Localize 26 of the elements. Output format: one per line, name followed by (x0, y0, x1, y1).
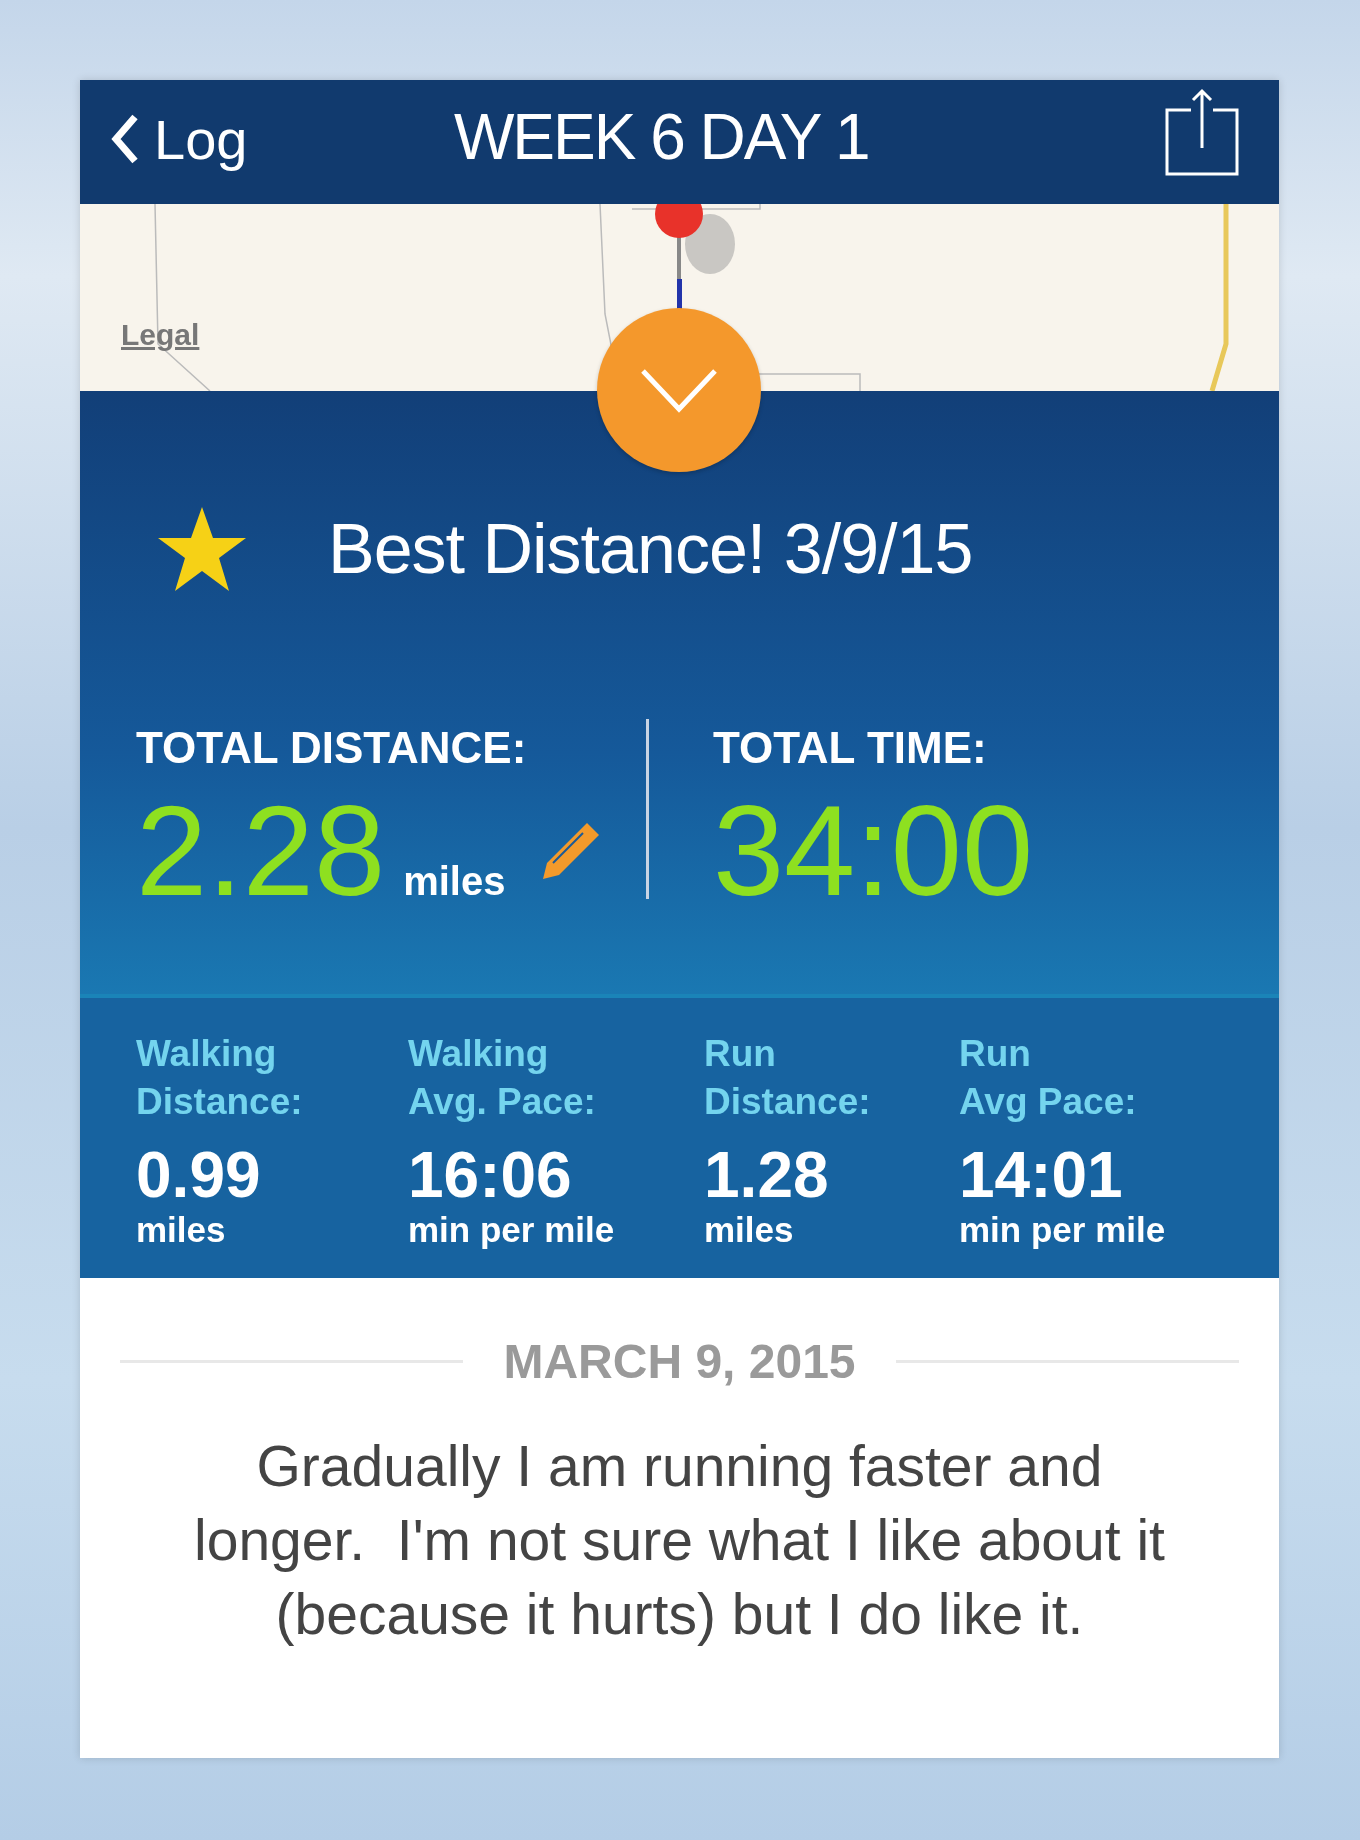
stat-label: Walking Distance: (136, 1032, 304, 1124)
unit-label: miles (403, 859, 506, 904)
stat-value: 14:01 (959, 1140, 1124, 1211)
journal-text: Gradually I am running faster and longer. I'm not sure what I like about it (because it hurts) but I do like it. (193, 1433, 1166, 1648)
stat-value: 1.28 (704, 1140, 830, 1211)
legal-link[interactable]: Legal (121, 318, 200, 352)
achievement-text: Best Distance! 3/9/15 (328, 509, 973, 589)
screen-title: WEEK 6 DAY 1 (452, 100, 870, 175)
stat-value: 0.99 (136, 1140, 262, 1211)
stat-label: Run Avg Pace: (959, 1032, 1138, 1124)
back-button[interactable]: Log (110, 106, 248, 178)
stat-label: Walking Avg. Pace: (408, 1032, 597, 1124)
unit-label: miles (136, 1210, 227, 1251)
total-value: 34:00 (712, 787, 1034, 915)
stat-value: 16:06 (408, 1140, 573, 1211)
total-label: TOTAL DISTANCE: (136, 723, 528, 773)
total-value: 2.28 (136, 787, 386, 915)
unit-label: miles (704, 1210, 795, 1251)
stat-label: Run Distance: (704, 1032, 872, 1124)
unit-label: min per mile (408, 1210, 616, 1251)
total-label: TOTAL TIME: (712, 723, 988, 773)
back-chevron-icon (110, 113, 140, 165)
share-icon[interactable] (1165, 88, 1239, 176)
star-icon (156, 505, 248, 593)
unit-label: min per mile (959, 1210, 1167, 1251)
entry-date: MARCH 9, 2015 (503, 1334, 856, 1389)
